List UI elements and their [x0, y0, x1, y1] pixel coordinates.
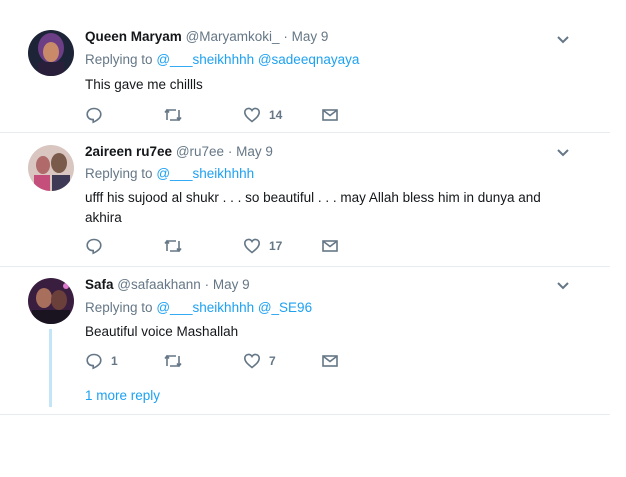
direct-message-button[interactable]: [321, 237, 339, 255]
tweet-text: ufff his sujood al shukr . . . so beauti…: [85, 190, 541, 225]
reply-icon: [86, 107, 102, 124]
reply-mentions[interactable]: @___sheikhhhh @_SE96: [156, 300, 312, 315]
tweet-date[interactable]: May 9: [236, 144, 273, 159]
tweet-header: 2aireen ru7ee @ru7ee · May 9: [85, 144, 273, 159]
tweet-text: Beautiful voice Mashallah: [85, 324, 239, 339]
reply-count: 1: [111, 354, 118, 368]
like-button[interactable]: 14: [243, 106, 282, 124]
message-icon: [322, 240, 338, 252]
tweet[interactable]: Safa @safaakhann · May 9 Replying to @__…: [0, 267, 610, 415]
tweet[interactable]: Queen Maryam @Maryamkoki_ · May 9 Replyi…: [0, 0, 610, 132]
tweet-actions: 14: [85, 106, 505, 126]
direct-message-button[interactable]: [321, 106, 339, 124]
replying-to: Replying to @___sheikhhhh @sadeeqnayaya: [85, 52, 359, 67]
like-icon: [243, 353, 261, 369]
reply-mentions[interactable]: @___sheikhhhh @sadeeqnayaya: [156, 52, 359, 67]
replying-to: Replying to @___sheikhhhh @_SE96: [85, 300, 312, 315]
divider: [0, 414, 610, 415]
chevron-down-icon[interactable]: [556, 35, 570, 45]
like-count: 7: [269, 354, 276, 368]
display-name[interactable]: 2aireen ru7ee: [85, 144, 172, 159]
like-button[interactable]: 7: [243, 352, 276, 370]
direct-message-button[interactable]: [321, 352, 339, 370]
replying-to: Replying to @___sheikhhhh: [85, 166, 254, 181]
user-handle[interactable]: @Maryamkoki_: [186, 29, 280, 44]
tweet-header: Safa @safaakhann · May 9: [85, 277, 250, 292]
message-icon: [322, 109, 338, 121]
like-icon: [243, 107, 261, 123]
tweet[interactable]: 2aireen ru7ee @ru7ee · May 9 Replying to…: [0, 133, 610, 266]
like-icon: [243, 238, 261, 254]
retweet-button[interactable]: [163, 237, 191, 255]
separator-dot: ·: [283, 29, 288, 44]
chevron-down-icon[interactable]: [556, 281, 570, 291]
tweet-date[interactable]: May 9: [213, 277, 250, 292]
reply-button[interactable]: [85, 237, 111, 255]
retweet-button[interactable]: [163, 352, 191, 370]
replying-label: Replying to: [85, 300, 153, 315]
display-name[interactable]: Safa: [85, 277, 114, 292]
like-count: 17: [269, 239, 283, 253]
avatar[interactable]: [28, 30, 74, 76]
reply-icon: [86, 238, 102, 255]
tweet-date[interactable]: May 9: [292, 29, 329, 44]
reply-button[interactable]: 1: [85, 352, 118, 370]
tweet-actions: 17: [85, 237, 505, 257]
like-count: 14: [269, 108, 283, 122]
chevron-down-icon[interactable]: [556, 148, 570, 158]
retweet-icon: [164, 239, 182, 253]
reply-mentions[interactable]: @___sheikhhhh: [156, 166, 254, 181]
display-name[interactable]: Queen Maryam: [85, 29, 182, 44]
user-handle[interactable]: @ru7ee: [176, 144, 224, 159]
reply-button[interactable]: [85, 106, 111, 124]
like-button[interactable]: 17: [243, 237, 282, 255]
retweet-button[interactable]: [163, 106, 191, 124]
retweet-icon: [164, 108, 182, 122]
tweet-text: This gave me chillls: [85, 77, 203, 92]
message-icon: [322, 355, 338, 367]
user-handle[interactable]: @safaakhann: [117, 277, 201, 292]
thread-connector: [49, 329, 52, 407]
separator-dot: ·: [227, 144, 233, 159]
tweet-actions: 1 7: [85, 352, 505, 372]
retweet-icon: [164, 354, 182, 368]
show-more-replies-link[interactable]: 1 more reply: [85, 388, 160, 403]
avatar[interactable]: [28, 145, 74, 191]
reply-icon: [86, 353, 102, 370]
tweet-header: Queen Maryam @Maryamkoki_ · May 9: [85, 29, 328, 44]
avatar[interactable]: [28, 278, 74, 324]
replying-label: Replying to: [85, 52, 153, 67]
separator-dot: ·: [204, 277, 210, 292]
replying-label: Replying to: [85, 166, 153, 181]
